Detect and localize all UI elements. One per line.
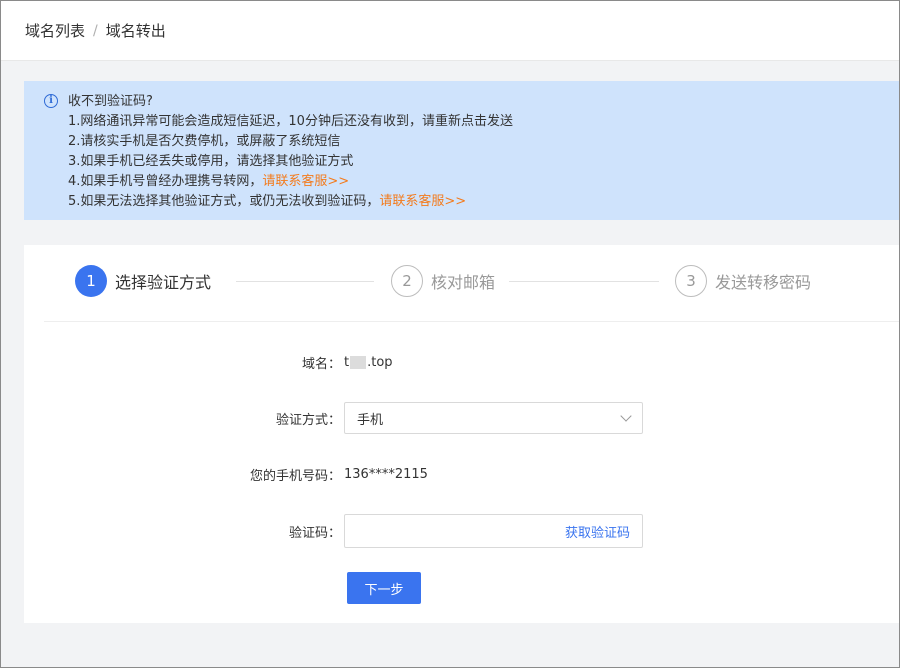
code-label: 验证码： xyxy=(288,525,341,541)
verification-code-input[interactable] xyxy=(345,516,565,546)
domain-value: t .top xyxy=(344,354,393,370)
method-label: 验证方式： xyxy=(275,412,341,428)
steps-progress: 1 选择验证方式 2 核对邮箱 3 发送转移密码 xyxy=(44,245,899,322)
breadcrumb-separator: / xyxy=(93,22,98,39)
contact-support-link[interactable]: 请联系客服>> xyxy=(379,194,466,209)
breadcrumb-item-domain-list[interactable]: 域名列表 xyxy=(25,20,85,41)
contact-support-link[interactable]: 请联系客服>> xyxy=(262,174,349,189)
next-step-button[interactable]: 下一步 xyxy=(347,572,421,604)
phone-value: 136****2115 xyxy=(344,466,428,482)
step-2: 2 核对邮箱 xyxy=(391,265,495,297)
step-label: 选择验证方式 xyxy=(115,273,212,292)
info-icon: i xyxy=(44,94,58,108)
step-number: 3 xyxy=(675,265,707,297)
selected-method: 手机 xyxy=(357,412,384,428)
form-row-method: 验证方式： 手机 xyxy=(24,402,899,434)
notice-line: 4.如果手机号曾经办理携号转网，请联系客服>> xyxy=(68,174,350,189)
step-number: 1 xyxy=(75,265,107,297)
step-3: 3 发送转移密码 xyxy=(675,265,811,297)
notice-line: 3.如果手机已经丢失或停用，请选择其他验证方式 xyxy=(68,154,354,169)
notice-line: 1.网络通讯异常可能会造成短信延迟，10分钟后还没有收到，请重新点击发送 xyxy=(68,114,513,129)
redacted-mask xyxy=(350,355,367,369)
breadcrumb: 域名列表 / 域名转出 xyxy=(1,1,899,61)
form-row-phone: 您的手机号码： 136****2115 xyxy=(24,464,899,484)
transfer-form-card: 1 选择验证方式 2 核对邮箱 3 发送转移密码 域名： t .top 验证方式：… xyxy=(24,245,899,623)
step-connector xyxy=(236,281,374,282)
verification-code-field: 获取验证码 xyxy=(344,514,643,548)
notice-title: 收不到验证码? xyxy=(68,94,153,109)
step-label: 核对邮箱 xyxy=(431,273,496,292)
notice-line: 5.如果无法选择其他验证方式，或仍无法收到验证码，请联系客服>> xyxy=(68,194,467,209)
step-number: 2 xyxy=(391,265,423,297)
step-1: 1 选择验证方式 xyxy=(75,265,211,297)
form-row-domain: 域名： t .top xyxy=(24,352,899,372)
verification-method-select[interactable]: 手机 xyxy=(344,402,643,434)
get-code-button[interactable]: 获取验证码 xyxy=(565,522,642,541)
verification-help-notice: i 收不到验证码? 1.网络通讯异常可能会造成短信延迟，10分钟后还没有收到，请… xyxy=(24,81,899,220)
notice-line: 2.请核实手机是否欠费停机，或屏蔽了系统短信 xyxy=(68,134,341,149)
step-label: 发送转移密码 xyxy=(715,273,812,292)
breadcrumb-item-domain-transfer: 域名转出 xyxy=(105,22,166,40)
chevron-down-icon xyxy=(620,410,632,422)
domain-label: 域名： xyxy=(301,356,341,372)
phone-label: 您的手机号码： xyxy=(249,468,341,484)
step-connector xyxy=(509,281,659,282)
form-row-code: 验证码： 获取验证码 xyxy=(24,514,899,548)
